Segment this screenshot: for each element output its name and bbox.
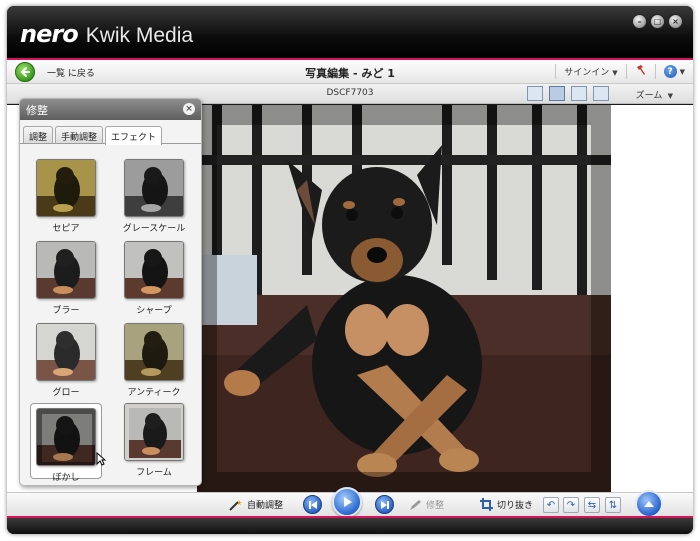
sign-in-label: サインイン	[564, 68, 610, 78]
single-view-icon[interactable]	[527, 86, 543, 101]
expand-up-button[interactable]	[635, 490, 663, 518]
crop-label: 切り抜き	[497, 501, 534, 511]
effect-thumbnail	[36, 159, 96, 217]
crop-button[interactable]: 切り抜き	[480, 498, 533, 511]
skip-forward-icon	[380, 500, 389, 509]
effect-grayscale[interactable]: グレースケール	[118, 159, 190, 235]
compare-view-icon[interactable]	[549, 86, 565, 101]
effect-frame[interactable]: フレーム	[118, 403, 190, 479]
retouch-label: 修整	[426, 501, 445, 511]
fit-view-icon[interactable]	[593, 86, 609, 101]
nav-right-group: サインイン ▼ ? ▼	[555, 64, 685, 79]
effect-label: シャープ	[136, 306, 172, 316]
tab-manual-adjust[interactable]: 手動調整	[55, 126, 104, 143]
app-logo: nero Kwik Media	[20, 20, 194, 48]
back-button[interactable]	[15, 62, 35, 82]
sign-in-menu[interactable]: サインイン ▼	[564, 65, 617, 78]
effect-thumbnail	[124, 403, 184, 461]
tab-effects[interactable]: エフェクト	[105, 126, 163, 145]
effect-thumbnail	[36, 408, 96, 466]
retouch-panel: 修整 × 調整 手動調整 エフェクト セピア グレースケール ブラー シャープ …	[19, 98, 202, 486]
auto-adjust-button[interactable]: 自動調整	[229, 498, 283, 511]
effect-antique[interactable]: アンティーク	[118, 323, 190, 399]
crop-icon	[480, 498, 493, 511]
mouse-cursor-icon	[96, 452, 106, 466]
effect-glow[interactable]: グロー	[30, 323, 102, 399]
back-label[interactable]: 一覧 に戻る	[47, 66, 95, 79]
magic-wand-icon	[229, 499, 242, 511]
chevron-down-icon: ▼	[679, 67, 685, 76]
effect-thumbnail	[124, 241, 184, 299]
effect-label: ブラー	[52, 306, 80, 316]
divider	[555, 64, 557, 79]
pencil-icon	[410, 499, 421, 510]
restore-button[interactable]: ▢	[650, 14, 665, 29]
play-icon	[344, 497, 352, 507]
chevron-down-icon: ▼	[665, 92, 673, 100]
photo-view[interactable]	[197, 105, 611, 492]
effect-blur[interactable]: ブラー	[30, 241, 102, 317]
actual-size-icon[interactable]	[571, 86, 587, 101]
brand-logo: nero	[20, 20, 79, 48]
window-footer	[7, 516, 693, 534]
effect-label: グロー	[52, 388, 80, 398]
effect-label: アンティーク	[127, 388, 181, 398]
dog-photo	[197, 105, 611, 492]
retouch-button[interactable]: 修整	[409, 498, 444, 511]
app-name: Kwik Media	[85, 24, 194, 47]
rotate-left-icon[interactable]: ↶	[543, 497, 559, 513]
help-icon: ?	[663, 65, 677, 78]
play-button[interactable]	[332, 487, 362, 517]
effect-label: フレーム	[136, 468, 172, 478]
close-button[interactable]: ×	[668, 14, 683, 29]
title-bar: nero Kwik Media – ▢ ×	[7, 6, 693, 58]
flip-horizontal-icon[interactable]: ⇆	[584, 497, 600, 513]
effect-label: ぼかし	[52, 473, 80, 483]
panel-tabs: 調整 手動調整 エフェクト	[20, 126, 201, 145]
help-menu[interactable]: ? ▼	[663, 65, 685, 78]
effect-soften[interactable]: ぼかし	[30, 403, 102, 483]
zoom-label: ズーム	[635, 91, 663, 101]
arrow-left-icon	[20, 67, 30, 77]
chevron-down-icon: ▼	[612, 69, 618, 77]
flip-vertical-icon[interactable]: ⇅	[605, 497, 621, 513]
view-mode-group	[527, 86, 609, 101]
next-button[interactable]	[375, 495, 394, 514]
panel-close-button[interactable]: ×	[183, 103, 195, 115]
minimize-button[interactable]: –	[632, 14, 647, 29]
panel-title: 修整	[26, 104, 48, 117]
window-controls: – ▢ ×	[632, 14, 683, 29]
panel-header: 修整 ×	[20, 99, 201, 120]
effect-sepia[interactable]: セピア	[30, 159, 102, 235]
previous-button[interactable]	[303, 495, 322, 514]
rotate-right-icon[interactable]: ↷	[563, 497, 579, 513]
hammer-icon[interactable]	[635, 64, 647, 79]
bottom-toolbar: 自動調整 修整 切り抜き ↶ ↷ ⇆ ⇅	[7, 487, 693, 517]
divider	[625, 64, 627, 79]
zoom-menu[interactable]: ズーム ▼	[636, 88, 673, 101]
chevron-up-icon	[644, 501, 654, 507]
divider	[654, 64, 656, 79]
effect-label: グレースケール	[122, 224, 186, 234]
effect-thumbnail	[36, 323, 96, 381]
effect-thumbnail	[124, 323, 184, 381]
navigation-bar: 一覧 に戻る 写真編集 - みど 1 サインイン ▼ ? ▼	[7, 58, 693, 84]
effect-thumbnail	[124, 159, 184, 217]
effect-sharpen[interactable]: シャープ	[118, 241, 190, 317]
auto-adjust-label: 自動調整	[247, 501, 284, 511]
skip-back-icon	[308, 500, 317, 509]
effect-label: セピア	[52, 224, 80, 234]
effect-thumbnail	[36, 241, 96, 299]
tab-adjust[interactable]: 調整	[23, 126, 54, 143]
